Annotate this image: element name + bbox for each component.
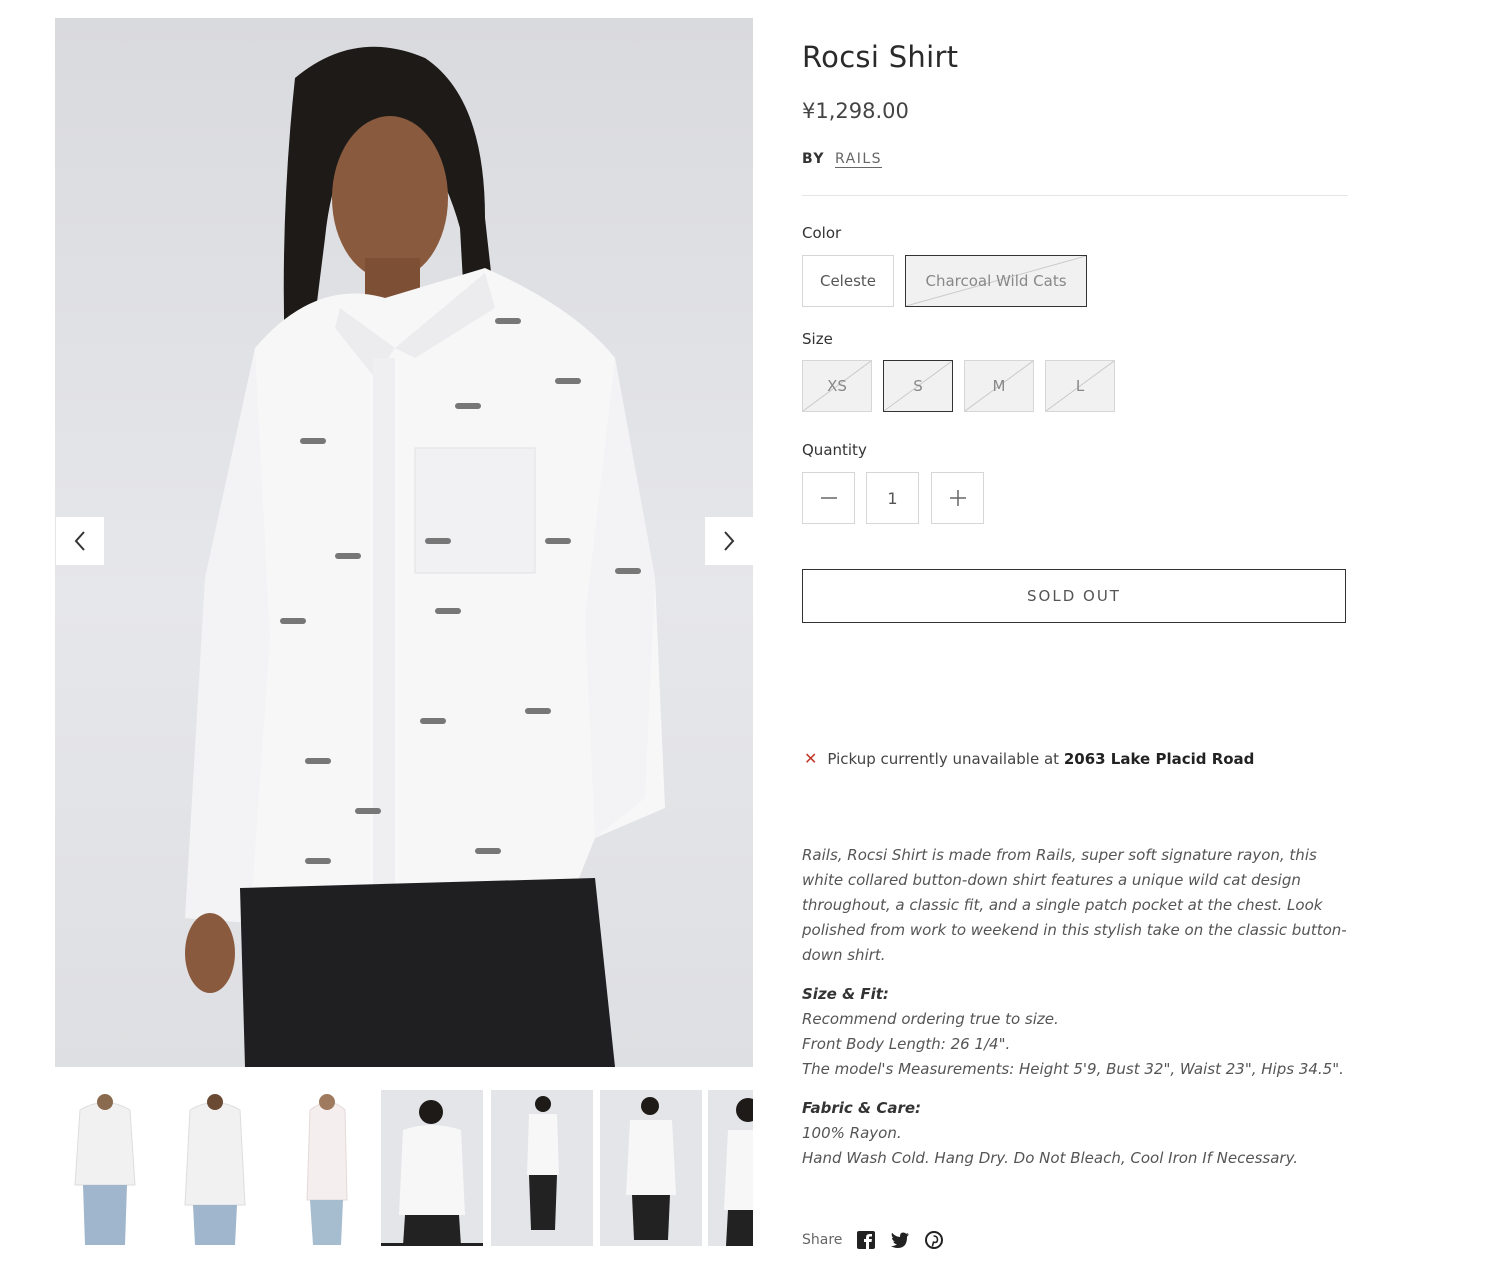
quantity-decrease-button[interactable]	[802, 472, 855, 524]
size-option-label: XS	[827, 377, 847, 395]
fabric-care-line: 100% Rayon.	[802, 1124, 902, 1142]
pickup-location: 2063 Lake Placid Road	[1063, 749, 1255, 768]
size-option-l[interactable]: L	[1045, 360, 1115, 412]
thumbnail-photo	[626, 1097, 676, 1240]
sold-out-button[interactable]: SOLD OUT	[802, 569, 1346, 623]
size-fit-heading: Size & Fit:	[802, 985, 889, 1003]
twitter-icon[interactable]	[890, 1230, 910, 1250]
quantity-input[interactable]: 1	[866, 472, 919, 524]
size-option-label: S	[913, 377, 923, 395]
thumbnail-photo	[527, 1096, 559, 1230]
thumbnail[interactable]	[275, 1090, 377, 1246]
close-icon: ✕	[804, 749, 818, 768]
size-fit-line: Recommend ordering true to size.	[802, 1010, 1059, 1028]
product-main-image	[55, 18, 753, 1067]
size-fit-line: The model's Measurements: Height 5'9, Bu…	[802, 1060, 1344, 1078]
fabric-care-heading: Fabric & Care:	[802, 1099, 922, 1117]
thumbnail[interactable]	[55, 1090, 157, 1246]
color-label: Color	[802, 224, 842, 242]
size-option-s[interactable]: S	[883, 360, 953, 412]
chevron-right-icon	[724, 531, 735, 551]
pinterest-icon[interactable]	[924, 1230, 944, 1250]
fabric-care-line: Hand Wash Cold. Hang Dry. Do Not Bleach,…	[802, 1149, 1299, 1167]
thumbnail[interactable]	[491, 1090, 593, 1246]
product-price: ¥1,298.00	[802, 99, 909, 123]
by-label: BY	[802, 151, 826, 167]
size-option-m[interactable]: M	[964, 360, 1034, 412]
size-label: Size	[802, 330, 833, 348]
thumbnail[interactable]	[708, 1090, 753, 1246]
divider	[802, 195, 1348, 196]
thumbnail-photo	[74, 1094, 136, 1245]
gallery-prev-button[interactable]	[56, 517, 104, 565]
pickup-text: Pickup currently unavailable at	[827, 749, 1060, 768]
product-description: Rails, Rocsi Shirt is made from Rails, s…	[802, 843, 1352, 1185]
color-option-label: Charcoal Wild Cats	[925, 272, 1067, 290]
size-fit-line: Front Body Length: 26 1/4".	[802, 1035, 1011, 1053]
thumbnail[interactable]	[165, 1090, 267, 1246]
size-option-label: L	[1075, 377, 1085, 395]
size-option-label: M	[992, 377, 1006, 395]
quantity-label: Quantity	[802, 441, 867, 459]
gallery-next-button[interactable]	[705, 517, 753, 565]
thumbnail-photo	[184, 1094, 246, 1245]
thumbnail-photo	[306, 1094, 348, 1245]
vendor-byline: BY RAILS	[802, 151, 882, 167]
minus-icon	[820, 497, 837, 499]
pickup-availability: ✕ Pickup currently unavailable at 2063 L…	[804, 749, 1254, 768]
description-intro: Rails, Rocsi Shirt is made from Rails, s…	[802, 846, 1347, 964]
quantity-increase-button[interactable]	[931, 472, 984, 524]
thumbnail-photo	[724, 1098, 753, 1246]
color-option-celeste[interactable]: Celeste	[802, 255, 894, 307]
size-option-xs[interactable]: XS	[802, 360, 872, 412]
share-label: Share	[802, 1232, 843, 1248]
share-bar: Share	[802, 1230, 944, 1250]
facebook-icon[interactable]	[856, 1230, 876, 1250]
color-option-charcoal-wild-cats[interactable]: Charcoal Wild Cats	[905, 255, 1087, 307]
product-title: Rocsi Shirt	[802, 40, 959, 74]
vendor-link[interactable]: RAILS	[835, 151, 882, 167]
chevron-left-icon	[74, 531, 85, 551]
model-photo	[185, 46, 665, 1067]
plus-icon	[949, 490, 966, 506]
thumbnail-strip	[55, 1090, 753, 1246]
thumbnail-photo	[399, 1100, 465, 1243]
color-option-label: Celeste	[819, 272, 877, 290]
thumbnail[interactable]	[381, 1090, 483, 1246]
thumbnail[interactable]	[600, 1090, 702, 1246]
